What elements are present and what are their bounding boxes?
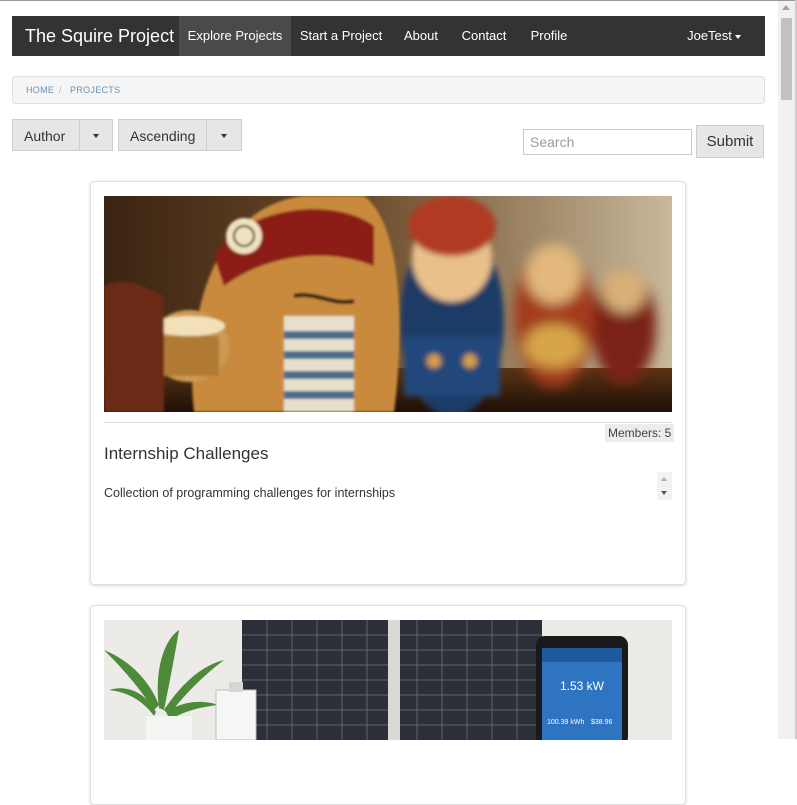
breadcrumb: HOME / PROJECTS [12, 76, 765, 104]
members-count-badge: Members: 5 [605, 424, 675, 442]
nav-profile[interactable]: Profile [524, 16, 574, 56]
brand-logo[interactable]: The Squire Project [25, 16, 174, 56]
search-submit-button[interactable]: Submit [696, 125, 764, 158]
user-menu[interactable]: JoeTest [684, 16, 744, 56]
nav-about[interactable]: About [397, 16, 445, 56]
project-cover-image: 1.53 kW 100.39 kWh $38.96 [104, 620, 672, 740]
breadcrumb-separator: / [59, 85, 62, 95]
caret-down-icon [93, 134, 99, 138]
phone-power-reading: 1.53 kW [560, 679, 605, 693]
project-title[interactable]: Internship Challenges [104, 444, 268, 464]
nav-explore-projects[interactable]: Explore Projects [179, 16, 291, 56]
phone-energy-stat: 100.39 kWh [547, 719, 584, 726]
scrollbar-thumb[interactable] [781, 18, 792, 100]
scroll-up-arrow-icon[interactable] [661, 477, 667, 481]
chevron-down-icon [734, 34, 741, 39]
project-description: Collection of programming challenges for… [104, 486, 396, 500]
scroll-up-arrow-icon[interactable] [782, 5, 790, 10]
sort-field-button[interactable]: Author [12, 119, 80, 151]
card-divider [104, 422, 672, 423]
top-navbar: The Squire Project Explore Projects Star… [12, 16, 765, 56]
description-scrollbar[interactable] [657, 472, 672, 500]
scroll-down-arrow-icon[interactable] [661, 491, 667, 495]
user-menu-label: JoeTest [687, 28, 732, 43]
sort-order-dropdown-toggle[interactable] [206, 119, 242, 151]
caret-down-icon [221, 134, 227, 138]
sort-order-button[interactable]: Ascending [118, 119, 207, 151]
sort-field-dropdown-toggle[interactable] [79, 119, 113, 151]
window-top-border [0, 0, 797, 1]
breadcrumb-projects[interactable]: PROJECTS [70, 77, 120, 103]
page-scrollbar[interactable] [778, 1, 795, 739]
breadcrumb-home[interactable]: HOME [26, 77, 54, 103]
nav-contact[interactable]: Contact [457, 16, 511, 56]
project-card[interactable]: 1.53 kW 100.39 kWh $38.96 [90, 605, 686, 805]
project-card[interactable]: Members: 5 Internship Challenges Collect… [90, 181, 686, 585]
project-image-solar[interactable]: 1.53 kW 100.39 kWh $38.96 [104, 620, 672, 740]
search-input[interactable] [523, 129, 692, 155]
nav-start-project[interactable]: Start a Project [295, 16, 387, 56]
project-cover-image [104, 196, 672, 412]
sort-order-label: Ascending [130, 128, 196, 144]
project-image-nesting-dolls[interactable] [104, 196, 672, 412]
phone-savings-stat: $38.96 [591, 719, 613, 726]
sort-field-label: Author [24, 128, 66, 144]
